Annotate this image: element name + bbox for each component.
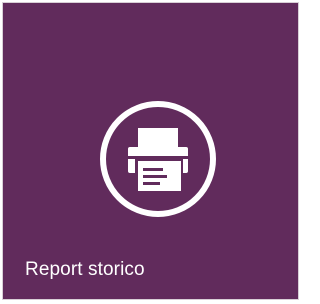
printer-icon (97, 98, 219, 220)
tile-label: Report storico (25, 259, 145, 280)
report-storico-tile[interactable]: Report storico (2, 2, 299, 300)
